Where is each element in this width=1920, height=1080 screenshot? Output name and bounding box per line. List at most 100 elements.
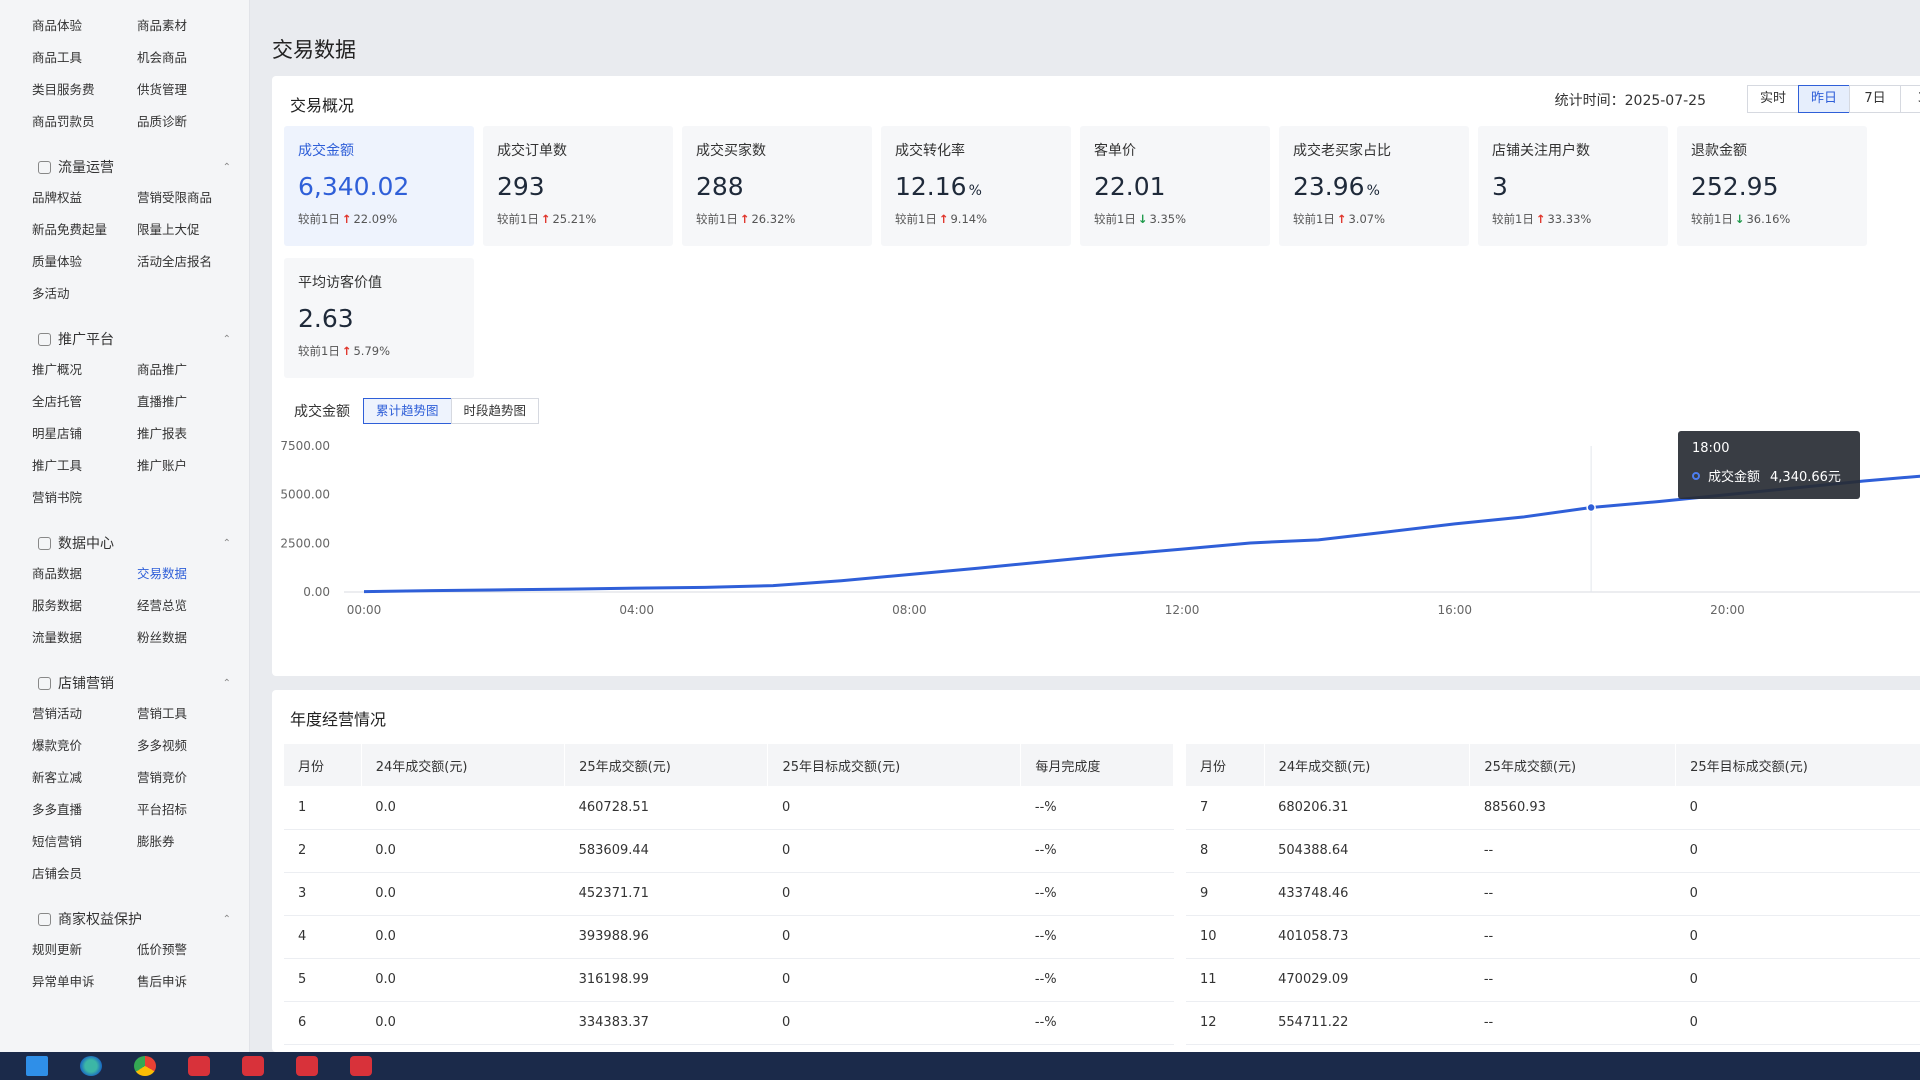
metric-value: 252.95 bbox=[1691, 172, 1779, 201]
chevron-up-icon[interactable]: ⌃ bbox=[223, 914, 231, 925]
section-icon bbox=[38, 332, 51, 346]
sidebar-item[interactable]: 活动全店报名 bbox=[137, 246, 242, 278]
sidebar-item[interactable]: 直播推广 bbox=[137, 386, 242, 418]
sidebar-item[interactable]: 营销工具 bbox=[137, 698, 242, 730]
sidebar-item[interactable]: 品牌权益 bbox=[32, 182, 137, 214]
sidebar-section-header[interactable]: 商家权益保护 ⌃ bbox=[0, 904, 249, 934]
time-range-tab[interactable]: 实时 bbox=[1747, 85, 1799, 113]
chrome-browser-icon[interactable] bbox=[134, 1056, 156, 1076]
sidebar-item[interactable]: 低价预警 bbox=[137, 934, 242, 966]
sidebar: 商品体验 商品素材 商品工具 机会商品 类目服务费 供货管理 商品罚款员 品质诊断 流量运营 ⌃… bbox=[0, 0, 250, 1052]
sidebar-item[interactable]: 短信营销 bbox=[32, 826, 137, 858]
chevron-up-icon[interactable]: ⌃ bbox=[223, 538, 231, 549]
section-icon bbox=[38, 160, 51, 174]
chevron-up-icon[interactable]: ⌃ bbox=[223, 678, 231, 689]
sidebar-section-header[interactable]: 推广平台 ⌃ bbox=[0, 324, 249, 354]
metric-card[interactable]: 成交订单数 293 较前1日 ↑ 25.21% bbox=[483, 126, 673, 246]
app-icon[interactable] bbox=[350, 1056, 372, 1076]
sidebar-item[interactable]: 质量体验 bbox=[32, 246, 137, 278]
sidebar-top-grid: 商品体验 商品素材 商品工具 机会商品 类目服务费 供货管理 商品罚款员 品质诊断 bbox=[0, 10, 249, 138]
time-range-tab[interactable]: 昨日 bbox=[1798, 85, 1850, 113]
sidebar-item[interactable]: 营销竞价 bbox=[137, 762, 242, 794]
annual-card: 年度经营情况 月份 24年成交额(元) 25年成交额(元) 25年目标成交额(元) 每月… bbox=[272, 690, 1920, 1052]
trend-chart[interactable]: 0.00 2500.00 5000.00 7500.00 00:00 04:00 08:00… bbox=[272, 426, 1920, 666]
sidebar-item[interactable]: 商品体验 bbox=[32, 10, 137, 42]
sidebar-item[interactable]: 品质诊断 bbox=[137, 106, 242, 138]
chart-tab[interactable]: 累计趋势图 bbox=[363, 398, 452, 424]
sidebar-item[interactable]: 全店托管 bbox=[32, 386, 137, 418]
metric-card[interactable]: 成交买家数 288 较前1日 ↑ 26.32% bbox=[682, 126, 872, 246]
metric-value-row: 288 bbox=[696, 172, 858, 201]
sidebar-item[interactable]: 营销受限商品 bbox=[137, 182, 242, 214]
metric-change: 3.07% bbox=[1348, 212, 1386, 226]
time-range-tab[interactable]: 7日 bbox=[1849, 85, 1901, 113]
sidebar-item[interactable]: 多多直播 bbox=[32, 794, 137, 826]
sidebar-section: 店铺营销 ⌃ 营销活动 营销工具 爆款竞价 多多视频 新客立减 营销竞价 多多直播 平台招标 短信营… bbox=[0, 668, 249, 890]
sidebar-item[interactable]: 明星店铺 bbox=[32, 418, 137, 450]
y-tick-label: 5000.00 bbox=[280, 488, 330, 502]
sidebar-item[interactable]: 商品素材 bbox=[137, 10, 242, 42]
sidebar-item[interactable]: 类目服务费 bbox=[32, 74, 137, 106]
chart-tab[interactable]: 时段趋势图 bbox=[450, 398, 540, 424]
sidebar-item[interactable]: 规则更新 bbox=[32, 934, 137, 966]
metric-card[interactable]: 平均访客价值 2.63 较前1日 ↑ 5.79% bbox=[284, 258, 474, 378]
sidebar-section-grid: 规则更新 低价预警 异常单申诉 售后申诉 bbox=[0, 934, 249, 998]
metric-card[interactable]: 成交金额 6,340.02 较前1日 ↑ 22.09% bbox=[284, 126, 474, 246]
sidebar-item[interactable]: 商品推广 bbox=[137, 354, 242, 386]
sidebar-item[interactable]: 异常单申诉 bbox=[32, 966, 137, 998]
sidebar-item[interactable]: 售后申诉 bbox=[137, 966, 242, 998]
sidebar-item[interactable]: 商品罚款员 bbox=[32, 106, 137, 138]
metric-value: 22.01 bbox=[1094, 172, 1166, 201]
table-row: 6 0.0 334383.37 0 --% bbox=[284, 1001, 1174, 1045]
edge-browser-icon[interactable] bbox=[80, 1056, 102, 1076]
sidebar-item[interactable]: 推广报表 bbox=[137, 418, 242, 450]
metric-card[interactable]: 成交老买家占比 23.96% 较前1日 ↑ 3.07% bbox=[1279, 126, 1469, 246]
sidebar-section-title: 推广平台 bbox=[58, 332, 114, 348]
comparison-label: 较前1日 bbox=[895, 212, 937, 226]
app-icon[interactable] bbox=[188, 1056, 210, 1076]
comparison-label: 较前1日 bbox=[298, 212, 340, 226]
sidebar-item[interactable]: 经营总览 bbox=[137, 590, 242, 622]
sidebar-item[interactable]: 营销书院 bbox=[32, 482, 137, 514]
sidebar-item[interactable]: 限量上大促 bbox=[137, 214, 242, 246]
sidebar-item[interactable]: 店铺会员 bbox=[32, 858, 137, 890]
app-icon[interactable] bbox=[242, 1056, 264, 1076]
metric-change: 33.33% bbox=[1547, 212, 1592, 226]
chevron-up-icon[interactable]: ⌃ bbox=[223, 162, 231, 173]
table-row: 10 401058.73 -- 0 bbox=[1186, 915, 1920, 959]
metric-label: 成交转化率 bbox=[895, 143, 965, 159]
sidebar-item[interactable]: 供货管理 bbox=[137, 74, 242, 106]
metric-label: 成交买家数 bbox=[696, 143, 766, 159]
sidebar-item[interactable]: 服务数据 bbox=[32, 590, 137, 622]
metric-card[interactable]: 店铺关注用户数 3 较前1日 ↑ 33.33% bbox=[1478, 126, 1668, 246]
windows-start-icon[interactable] bbox=[26, 1056, 48, 1076]
metric-card[interactable]: 成交转化率 12.16% 较前1日 ↑ 9.14% bbox=[881, 126, 1071, 246]
sidebar-item[interactable]: 机会商品 bbox=[137, 42, 242, 74]
sidebar-item[interactable]: 营销活动 bbox=[32, 698, 137, 730]
sidebar-item[interactable]: 推广账户 bbox=[137, 450, 242, 482]
app-icon[interactable] bbox=[296, 1056, 318, 1076]
sidebar-section-header[interactable]: 数据中心 ⌃ bbox=[0, 528, 249, 558]
sidebar-item[interactable]: 流量数据 bbox=[32, 622, 137, 654]
sidebar-item[interactable]: 膨胀券 bbox=[137, 826, 242, 858]
sidebar-item[interactable]: 爆款竞价 bbox=[32, 730, 137, 762]
sidebar-item[interactable]: 平台招标 bbox=[137, 794, 242, 826]
sidebar-section-header[interactable]: 流量运营 ⌃ bbox=[0, 152, 249, 182]
sidebar-item[interactable]: 粉丝数据 bbox=[137, 622, 242, 654]
sidebar-item[interactable]: 多活动 bbox=[32, 278, 137, 310]
table-cell: 0 bbox=[767, 1001, 1021, 1045]
metric-card[interactable]: 退款金额 252.95 较前1日 ↓ 36.16% bbox=[1677, 126, 1867, 246]
chevron-up-icon[interactable]: ⌃ bbox=[223, 334, 231, 345]
sidebar-item[interactable]: 交易数据 bbox=[137, 558, 242, 590]
sidebar-section-header[interactable]: 店铺营销 ⌃ bbox=[0, 668, 249, 698]
sidebar-item[interactable]: 推广工具 bbox=[32, 450, 137, 482]
sidebar-item[interactable]: 商品工具 bbox=[32, 42, 137, 74]
time-range-tab[interactable]: 30日 bbox=[1900, 85, 1920, 132]
sidebar-item[interactable]: 多多视频 bbox=[137, 730, 242, 762]
sidebar-item[interactable]: 新品免费起量 bbox=[32, 214, 137, 246]
sidebar-section-title: 流量运营 bbox=[58, 160, 114, 176]
metric-card[interactable]: 客单价 22.01 较前1日 ↓ 3.35% bbox=[1080, 126, 1270, 246]
sidebar-item[interactable]: 推广概况 bbox=[32, 354, 137, 386]
sidebar-item[interactable]: 商品数据 bbox=[32, 558, 137, 590]
sidebar-item[interactable]: 新客立减 bbox=[32, 762, 137, 794]
